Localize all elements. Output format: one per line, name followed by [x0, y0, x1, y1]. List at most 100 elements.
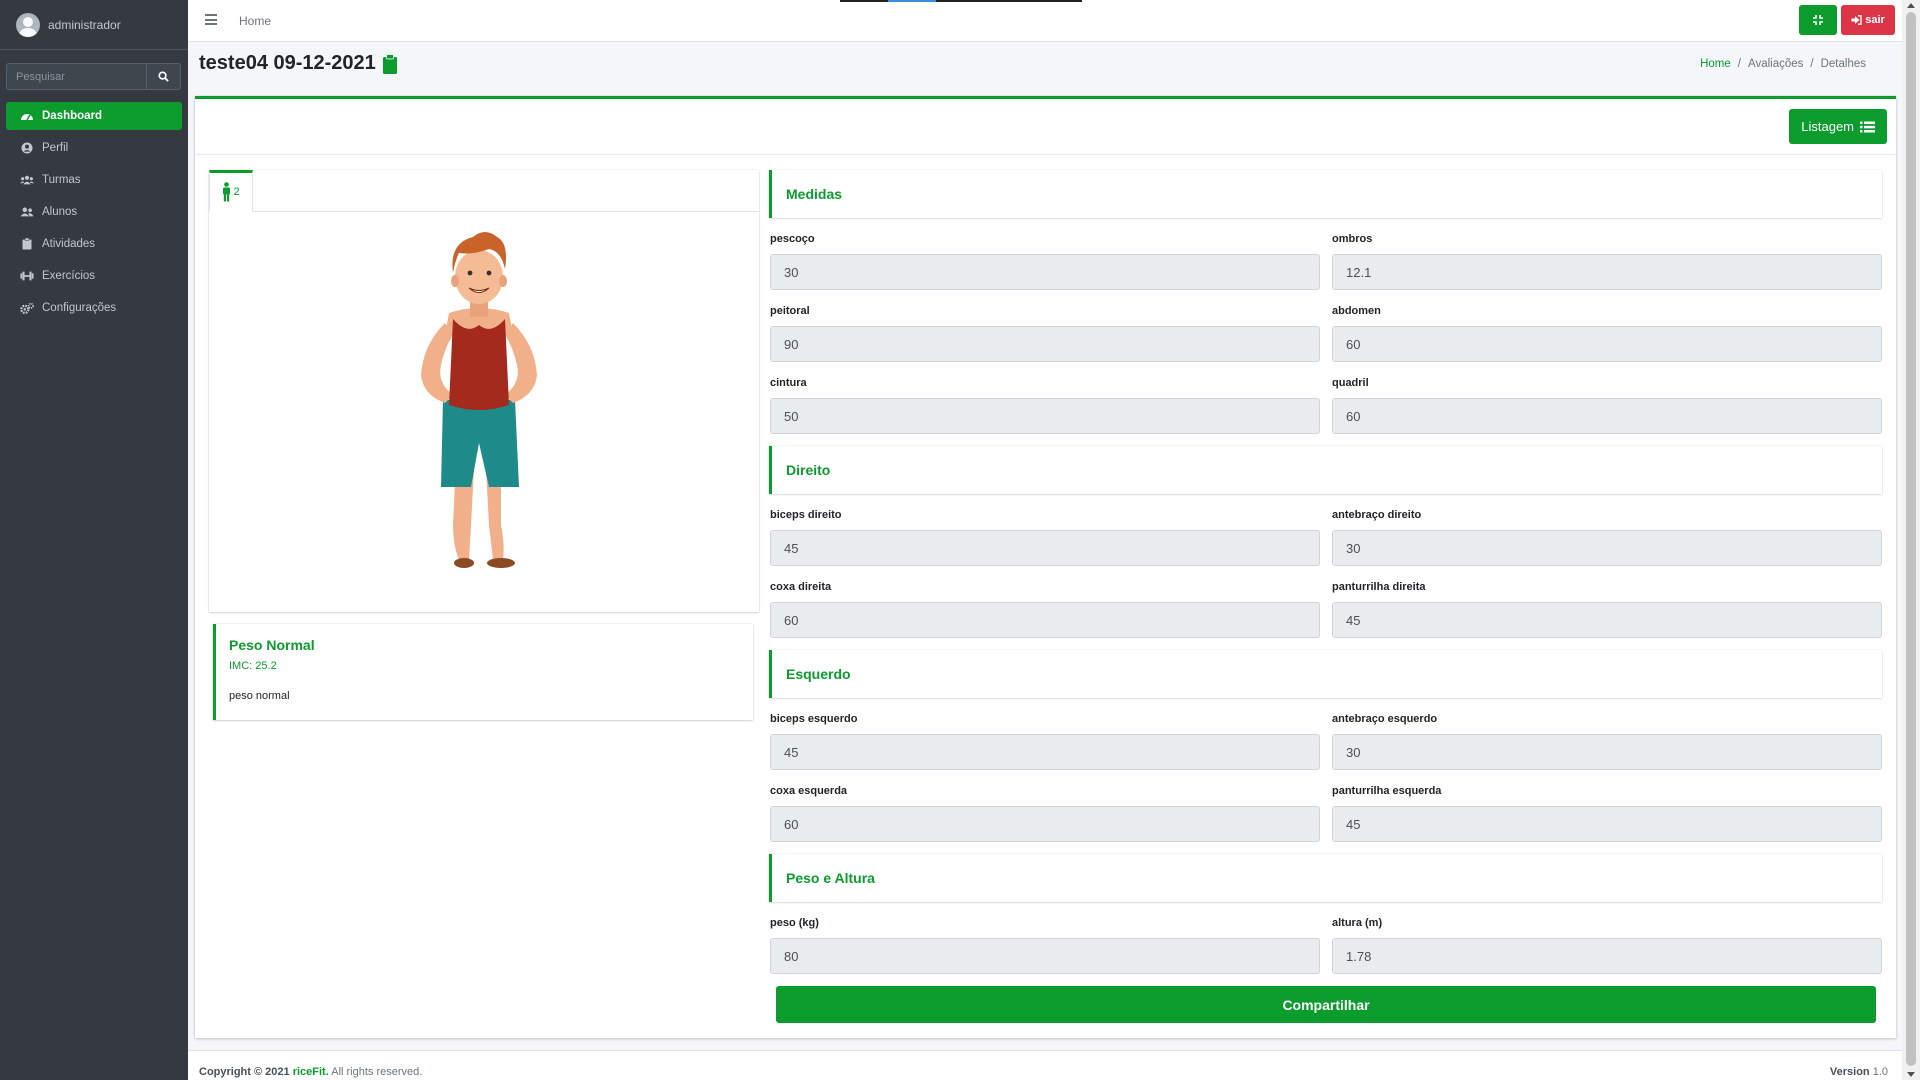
tab-count: 2: [233, 186, 240, 198]
avatar: [16, 12, 40, 37]
label-biceps-direito: biceps direito: [770, 509, 842, 521]
label-peso: peso (kg): [770, 917, 819, 929]
label-coxa-esquerda: coxa esquerda: [770, 785, 848, 797]
sidebar-item-turmas[interactable]: Turmas: [6, 166, 182, 194]
label-altura: altura (m): [1332, 917, 1383, 929]
scroll-up-icon[interactable]: [1907, 3, 1915, 8]
body-figure-panel: 2: [209, 170, 759, 612]
field-abdomen[interactable]: 60: [1332, 326, 1882, 362]
section-direito: Direito: [769, 446, 1882, 494]
scrollbar-thumb[interactable]: [1906, 12, 1916, 1066]
sidebar-item-dashboard[interactable]: Dashboard: [6, 102, 182, 130]
loading-bar: [840, 0, 1082, 2]
label-cintura: cintura: [770, 377, 807, 389]
logout-label: sair: [1865, 14, 1885, 26]
users-icon: [20, 174, 34, 186]
share-button[interactable]: Compartilhar: [776, 986, 1876, 1023]
section-esquerdo: Esquerdo: [769, 650, 1882, 698]
clipboard-icon: [382, 53, 397, 74]
sidebar-item-alunos[interactable]: Alunos: [6, 198, 182, 226]
fullscreen-button[interactable]: [1799, 5, 1837, 35]
footer-version: Version 1.0: [1830, 1066, 1888, 1078]
field-altura[interactable]: 1.78: [1332, 938, 1882, 974]
sidebar: administrador Dashboard Perfil Turmas Al…: [0, 0, 188, 1080]
listagem-button[interactable]: Listagem: [1789, 109, 1887, 144]
label-panturrilha-esquerda: panturrilha esquerda: [1332, 785, 1442, 797]
top-nav-home-link[interactable]: Home: [239, 14, 271, 28]
rights-text: All rights reserved.: [331, 1066, 423, 1078]
menu-toggle-icon[interactable]: [205, 14, 217, 25]
field-peso[interactable]: 80: [770, 938, 1320, 974]
field-antebraco-esquerdo[interactable]: 30: [1332, 734, 1882, 770]
logout-button[interactable]: sair: [1841, 5, 1895, 35]
field-cintura[interactable]: 50: [770, 398, 1320, 434]
field-coxa-esquerda[interactable]: 60: [770, 806, 1320, 842]
sidebar-nav: Dashboard Perfil Turmas Alunos Atividade…: [0, 102, 188, 322]
bmi-value: IMC: 25.2: [229, 660, 277, 672]
bmi-description: peso normal: [229, 690, 290, 702]
user-panel[interactable]: administrador: [0, 0, 188, 50]
label-quadril: quadril: [1332, 377, 1369, 389]
sidebar-item-exercicios[interactable]: Exercícios: [6, 262, 182, 290]
sidebar-item-label: Configurações: [42, 302, 117, 314]
user-circle-icon: [20, 142, 34, 154]
brand-link[interactable]: riceFit.: [293, 1066, 329, 1078]
dashboard-icon: [20, 110, 34, 122]
label-ombros: ombros: [1332, 233, 1373, 245]
field-quadril[interactable]: 60: [1332, 398, 1882, 434]
bmi-result-box: Peso Normal IMC: 25.2 peso normal: [213, 624, 753, 720]
card-header: Listagem: [195, 99, 1896, 155]
cogs-icon: [20, 302, 34, 314]
bmi-result-title: Peso Normal: [229, 637, 315, 653]
listagem-label: Listagem: [1801, 119, 1854, 134]
sidebar-item-atividades[interactable]: Atividades: [6, 230, 182, 258]
version-label: Version: [1829, 1066, 1870, 1078]
label-peitoral: peitoral: [770, 305, 810, 317]
label-pescoco: pescoço: [770, 233, 815, 245]
sidebar-item-label: Perfil: [42, 142, 69, 154]
label-biceps-esquerdo: biceps esquerdo: [770, 713, 858, 725]
breadcrumb-home[interactable]: Home: [1700, 58, 1731, 70]
list-icon: [1860, 121, 1875, 132]
sidebar-item-perfil[interactable]: Perfil: [6, 134, 182, 162]
section-medidas: Medidas: [769, 170, 1882, 218]
sidebar-search: [6, 63, 182, 90]
version-value: 1.0: [1872, 1066, 1888, 1078]
footer-copyright: Copyright © 2021 riceFit. All rights res…: [199, 1066, 422, 1078]
page-title-text: teste04 09-12-2021: [199, 52, 376, 74]
field-biceps-direito[interactable]: 45: [770, 530, 1320, 566]
tab-body-figure[interactable]: 2: [209, 170, 253, 212]
breadcrumb: Home / Avaliações / Detalhes: [1700, 58, 1866, 70]
sidebar-item-configuracoes[interactable]: Configurações: [6, 294, 182, 322]
body-figure-illustration: [421, 232, 537, 568]
label-antebraco-direito: antebraço direito: [1332, 509, 1422, 521]
field-panturrilha-direita[interactable]: 45: [1332, 602, 1882, 638]
sidebar-item-label: Exercícios: [42, 270, 96, 282]
breadcrumb-detalhes: Detalhes: [1820, 58, 1866, 70]
compress-icon: [1813, 15, 1823, 25]
clipboard-icon: [20, 238, 34, 250]
page-title: teste04 09-12-2021: [199, 52, 398, 75]
field-biceps-esquerdo[interactable]: 45: [770, 734, 1320, 770]
breadcrumb-separator: /: [1810, 58, 1814, 70]
search-icon: [158, 71, 169, 82]
field-coxa-direita[interactable]: 60: [770, 602, 1320, 638]
field-peitoral[interactable]: 90: [770, 326, 1320, 362]
search-button[interactable]: [147, 63, 181, 90]
field-panturrilha-esquerda[interactable]: 45: [1332, 806, 1882, 842]
breadcrumb-avaliacoes: Avaliações: [1748, 58, 1804, 70]
field-pescoco[interactable]: 30: [770, 254, 1320, 290]
footer: Copyright © 2021 riceFit. All rights res…: [188, 1050, 1902, 1080]
user-name: administrador: [48, 17, 121, 32]
sidebar-item-label: Dashboard: [42, 110, 103, 122]
search-input[interactable]: [6, 63, 147, 90]
sidebar-item-label: Alunos: [42, 206, 78, 218]
sign-out-icon: [1851, 15, 1862, 25]
field-ombros[interactable]: 12.1: [1332, 254, 1882, 290]
scroll-down-icon[interactable]: [1907, 1072, 1915, 1077]
male-icon: [223, 182, 231, 202]
page-scrollbar[interactable]: [1902, 0, 1920, 1080]
label-abdomen: abdomen: [1332, 305, 1381, 317]
sidebar-item-label: Turmas: [42, 174, 81, 186]
field-antebraco-direito[interactable]: 30: [1332, 530, 1882, 566]
